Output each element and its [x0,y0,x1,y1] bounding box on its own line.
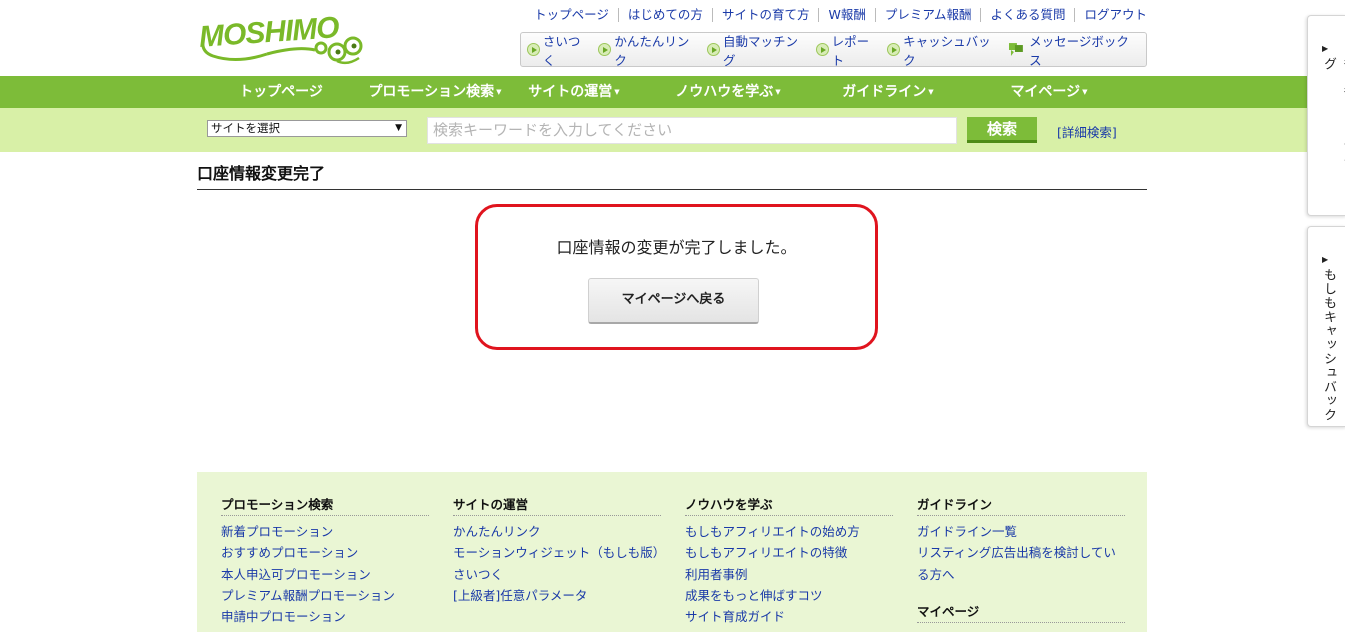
search-bar: サイトを選択 ▼ 検索キーワードを入力してください 検索 [詳細検索] [0,108,1345,152]
footer-link[interactable]: 利用者事例 [685,564,893,585]
search-button[interactable]: 検索 [967,117,1037,143]
footer-col-guideline: ガイドライン ガイドライン一覧 リスティング広告出稿を検討している方へ マイペー… [917,494,1125,628]
dropdown-arrow-icon: ▼ [496,88,502,96]
completion-panel-highlight: 口座情報の変更が完了しました。 マイページへ戻る [475,204,878,350]
footer-link[interactable]: プレミアム報酬プロモーション [221,585,429,606]
side-tab-label: もしもキャッシュバック [1321,268,1336,422]
tool-saitsuku[interactable]: さいつく [527,31,592,69]
side-tab-dropshipping[interactable]: ▶ もしもドロップシッピング [1307,15,1345,216]
footer-link[interactable]: ガイドライン一覧 [917,521,1125,542]
keyword-search-input[interactable]: 検索キーワードを入力してください [427,117,957,144]
top-link-w-reward[interactable]: W報酬 [818,8,874,22]
site-header: MOSHIMO トップページ はじめての方 サイトの育て方 W報酬 プレミアム報… [197,0,1147,76]
side-tab-cashback[interactable]: ▶ もしもキャッシュバック [1307,226,1345,427]
tool-auto-matching[interactable]: 自動マッチング [707,31,810,69]
footer-heading: マイページ [917,601,1125,623]
top-link-bar: トップページ はじめての方 サイトの育て方 W報酬 プレミアム報酬 よくある質問… [525,8,1147,22]
tool-bar: さいつく かんたんリンク 自動マッチング レポート キャッシュバック メッセージ… [520,31,1147,69]
tool-cashback[interactable]: キャッシュバック [887,31,1002,69]
tool-message-box[interactable]: メッセージボックス [1008,31,1140,69]
tool-label: レポート [831,33,870,68]
play-icon [815,43,829,56]
play-icon [707,43,720,56]
page-title: 口座情報変更完了 [197,164,1147,190]
play-icon [527,43,540,56]
triangle-right-icon: ▶ [1322,44,1329,53]
dropdown-arrow-icon: ▼ [775,88,781,96]
nav-label: ノウハウを学ぶ [675,84,774,100]
footer-link[interactable]: リスティング広告出稿を検討している方へ [917,542,1125,585]
footer-link[interactable]: さいつく [453,564,661,585]
top-link-beginner[interactable]: はじめての方 [617,8,712,22]
tool-report[interactable]: レポート [815,31,881,69]
dropdown-arrow-icon: ▼ [928,88,934,96]
nav-item-mypage[interactable]: マイページ ▼ [963,76,1135,108]
play-icon [598,43,612,56]
site-select-value: サイトを選択 [211,121,280,135]
side-tab-label: もしもドロップシッピング [1321,57,1345,211]
footer-link[interactable]: もしもアフィリエイトの始め方 [685,521,893,542]
footer-link[interactable]: 本人申込可プロモーション [221,564,429,585]
advanced-search-link[interactable]: [詳細検索] [1057,122,1117,141]
tool-easy-link[interactable]: かんたんリンク [598,31,701,69]
tool-label: かんたんリンク [614,33,690,68]
top-link-toppage[interactable]: トップページ [525,8,618,22]
nav-label: ガイドライン [842,84,927,100]
nav-item-guideline[interactable]: ガイドライン ▼ [813,76,963,108]
footer-link[interactable]: かんたんリンク [453,521,661,542]
dropdown-arrow-icon: ▼ [1082,88,1088,96]
top-link-faq[interactable]: よくある質問 [980,8,1074,22]
top-link-logout[interactable]: ログアウト [1074,8,1147,22]
footer-link[interactable]: 申請中プロモーション [221,606,429,627]
footer-link[interactable]: [上級者]任意パラメータ [453,585,661,606]
nav-item-toppage[interactable]: トップページ [197,76,365,108]
footer-heading: ガイドライン [917,494,1125,516]
tool-label: さいつく [542,33,581,68]
back-to-mypage-button[interactable]: マイページへ戻る [588,278,759,324]
completion-message: 口座情報の変更が完了しました。 [556,238,797,257]
tool-label: メッセージボックス [1029,33,1129,68]
moshimo-logo[interactable]: MOSHIMO [197,8,372,66]
triangle-right-icon: ▶ [1322,255,1329,264]
tool-label: 自動マッチング [723,33,799,68]
footer-link[interactable]: サイト育成ガイド [685,606,893,627]
footer-link[interactable]: モーションウィジェット（もしも版） [453,542,665,563]
footer-col-site: サイトの運営 かんたんリンク モーションウィジェット（もしも版） さいつく [上… [453,494,665,606]
play-icon [887,43,901,56]
nav-label: トップページ [239,84,323,100]
footer-heading: サイトの運営 [453,494,661,516]
footer-col-promotion: プロモーション検索 新着プロモーション おすすめプロモーション 本人申込可プロモ… [221,494,429,627]
footer-link[interactable]: 新着プロモーション [221,521,429,542]
footer-sitemap: プロモーション検索 新着プロモーション おすすめプロモーション 本人申込可プロモ… [197,472,1147,632]
footer-heading: ノウハウを学ぶ [685,494,893,516]
footer-link[interactable]: もしもアフィリエイトの特徴 [685,542,893,563]
nav-item-knowhow[interactable]: ノウハウを学ぶ ▼ [643,76,813,108]
footer-link[interactable]: おすすめプロモーション [221,542,429,563]
message-box-icon [1009,43,1024,56]
nav-label: サイトの運営 [528,84,613,100]
nav-label: マイページ [1010,84,1081,100]
nav-item-site-operation[interactable]: サイトの運営 ▼ [505,76,643,108]
nav-item-promotion-search[interactable]: プロモーション検索 ▼ [365,76,505,108]
site-select[interactable]: サイトを選択 ▼ [207,120,407,137]
top-link-site-growth[interactable]: サイトの育て方 [711,8,819,22]
footer-link[interactable]: 成果をもっと伸ばすコツ [685,585,893,606]
dropdown-arrow-icon: ▼ [614,88,620,96]
top-link-premium-reward[interactable]: プレミアム報酬 [874,8,981,22]
nav-label: プロモーション検索 [368,84,495,100]
global-nav: トップページ プロモーション検索 ▼ サイトの運営 ▼ ノウハウを学ぶ ▼ ガイドライ… [0,76,1345,108]
select-arrow-icon: ▼ [395,123,402,133]
footer-col-knowhow: ノウハウを学ぶ もしもアフィリエイトの始め方 もしもアフィリエイトの特徴 利用者… [685,494,893,627]
tool-label: キャッシュバック [903,33,991,68]
footer-heading: プロモーション検索 [221,494,429,516]
